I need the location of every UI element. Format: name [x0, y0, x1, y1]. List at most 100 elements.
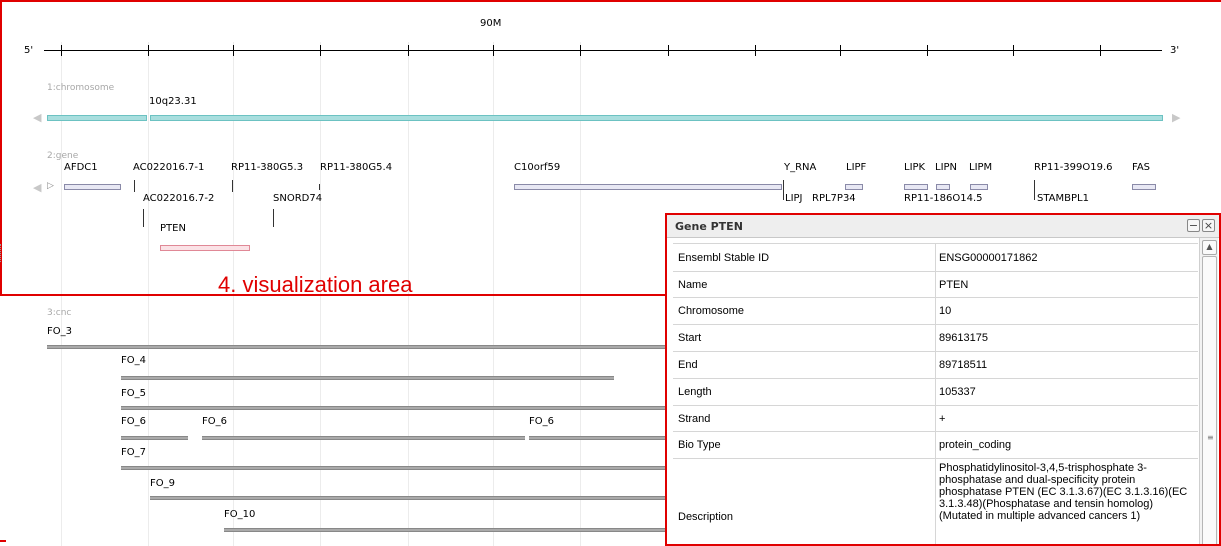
gene-feature[interactable]	[273, 209, 274, 227]
table-row[interactable]: Chromosome 10	[673, 297, 1198, 324]
scroll-left-icon[interactable]: ◀	[33, 181, 41, 194]
cnc-label[interactable]: FO_9	[150, 478, 175, 490]
close-button[interactable]: ×	[1202, 219, 1215, 232]
grip-icon: ≡	[1207, 433, 1214, 442]
gene-label[interactable]: LIPK	[904, 162, 925, 174]
property-value: ENSG00000171862	[939, 252, 1038, 264]
property-value: Phosphatidylinositol-3,4,5-trisphosphate…	[939, 462, 1188, 522]
cnc-feature[interactable]	[224, 528, 665, 532]
gene-label[interactable]: AFDC1	[64, 162, 98, 174]
ruler-tick	[755, 45, 756, 56]
property-key: End	[678, 359, 698, 371]
gene-label[interactable]: RP11-380G5.3	[231, 162, 303, 174]
gene-feature[interactable]	[904, 184, 928, 190]
gene-feature[interactable]	[143, 209, 144, 227]
cnc-label[interactable]: FO_6	[529, 416, 554, 428]
vertical-scrollbar[interactable]: ▲ ≡	[1199, 238, 1218, 544]
five-prime-label: 5'	[24, 45, 34, 56]
cnc-feature[interactable]	[529, 436, 665, 440]
cytoband-segment[interactable]	[47, 115, 147, 121]
property-value: 89613175	[939, 332, 988, 344]
column-divider	[935, 325, 936, 351]
gene-label[interactable]: LIPJ	[785, 193, 803, 205]
gene-label[interactable]: LIPF	[846, 162, 866, 174]
gene-label[interactable]: RP11-399O19.6	[1034, 162, 1113, 174]
gene-label[interactable]: AC022016.7-1	[133, 162, 204, 174]
gene-feature[interactable]	[1034, 180, 1035, 200]
cnc-feature[interactable]	[47, 345, 665, 349]
cnc-label[interactable]: FO_5	[121, 388, 146, 400]
ruler-axis	[44, 50, 1162, 51]
gene-label[interactable]: FAS	[1132, 162, 1150, 174]
cnc-feature[interactable]	[121, 406, 665, 410]
cnc-label[interactable]: FO_10	[224, 509, 255, 521]
cnc-feature[interactable]	[121, 466, 665, 470]
column-divider	[935, 272, 936, 297]
gene-feature[interactable]	[232, 180, 233, 192]
column-divider	[935, 244, 936, 271]
scroll-right-icon[interactable]: ▶	[1172, 111, 1180, 124]
gene-label[interactable]: LIPN	[935, 162, 957, 174]
gene-label[interactable]: C10orf59	[514, 162, 560, 174]
cnc-feature[interactable]	[202, 436, 525, 440]
scroll-left-icon[interactable]: ◀	[33, 111, 41, 124]
scroll-up-icon[interactable]: ▲	[1202, 240, 1217, 255]
properties-table: Ensembl Stable ID ENSG00000171862 Name P…	[667, 237, 1198, 544]
gene-label[interactable]: AC022016.7-2	[143, 193, 214, 205]
column-divider	[935, 379, 936, 405]
gene-label[interactable]: LIPM	[969, 162, 992, 174]
cnc-label[interactable]: FO_4	[121, 355, 146, 367]
table-row[interactable]: Name PTEN	[673, 271, 1198, 297]
gene-info-panel: Gene PTEN − × Ensembl Stable ID ENSG0000…	[665, 213, 1221, 546]
gene-label-pten[interactable]: PTEN	[160, 223, 186, 235]
gene-feature[interactable]	[319, 184, 320, 190]
visualization-area-outline	[0, 540, 6, 542]
column-divider	[935, 352, 936, 378]
minimize-button[interactable]: −	[1187, 219, 1200, 232]
gene-label[interactable]: STAMBPL1	[1037, 193, 1089, 205]
gene-label[interactable]: RPL7P34	[812, 193, 856, 205]
scrollbar-thumb[interactable]: ≡	[1202, 256, 1217, 544]
ruler-tick	[148, 45, 149, 56]
table-row[interactable]: Ensembl Stable ID ENSG00000171862	[673, 243, 1198, 271]
cnc-feature[interactable]	[121, 436, 188, 440]
gene-feature[interactable]	[514, 184, 782, 190]
property-value: 10	[939, 305, 952, 317]
ruler-tick	[408, 45, 409, 56]
panel-titlebar[interactable]: Gene PTEN − ×	[667, 215, 1219, 238]
table-row[interactable]: Length 105337	[673, 378, 1198, 405]
column-divider	[935, 298, 936, 324]
property-key: Strand	[678, 413, 711, 425]
chromosome-bar[interactable]	[150, 115, 1163, 121]
table-row[interactable]: Description Phosphatidylinositol-3,4,5-t…	[673, 458, 1198, 544]
cnc-label[interactable]: FO_3	[47, 326, 72, 338]
table-row[interactable]: End 89718511	[673, 351, 1198, 378]
cnc-label[interactable]: FO_7	[121, 447, 146, 459]
cnc-track-title: 3:cnc	[47, 308, 72, 318]
chromosome-track-title: 1:chromosome	[47, 83, 115, 93]
gene-feature-pten[interactable]	[160, 245, 250, 251]
gene-label[interactable]: SNORD74	[273, 193, 322, 205]
gene-feature[interactable]	[845, 184, 863, 190]
table-row[interactable]: Start 89613175	[673, 324, 1198, 351]
gene-track-title: 2:gene	[47, 151, 79, 161]
gene-feature[interactable]	[970, 184, 988, 190]
gene-feature[interactable]	[936, 184, 950, 190]
gene-label[interactable]: Y_RNA	[784, 162, 816, 174]
cnc-label[interactable]: FO_6	[121, 416, 146, 428]
gene-feature[interactable]	[1132, 184, 1156, 190]
gene-label[interactable]: RP11-186O14.5	[904, 193, 983, 205]
gene-feature[interactable]	[134, 180, 135, 192]
property-key: Length	[678, 386, 712, 398]
gene-label[interactable]: RP11-380G5.4	[320, 162, 392, 174]
resize-handle[interactable]	[0, 244, 3, 262]
table-row[interactable]: Strand +	[673, 405, 1198, 431]
gene-feature[interactable]	[783, 180, 784, 200]
ruler-position-label: 90M	[480, 18, 502, 29]
cnc-feature[interactable]	[121, 376, 614, 380]
gene-feature[interactable]	[64, 184, 121, 190]
chevron-right-icon: ▷	[47, 181, 54, 191]
cnc-feature[interactable]	[150, 496, 665, 500]
cnc-label[interactable]: FO_6	[202, 416, 227, 428]
table-row[interactable]: Bio Type protein_coding	[673, 431, 1198, 458]
